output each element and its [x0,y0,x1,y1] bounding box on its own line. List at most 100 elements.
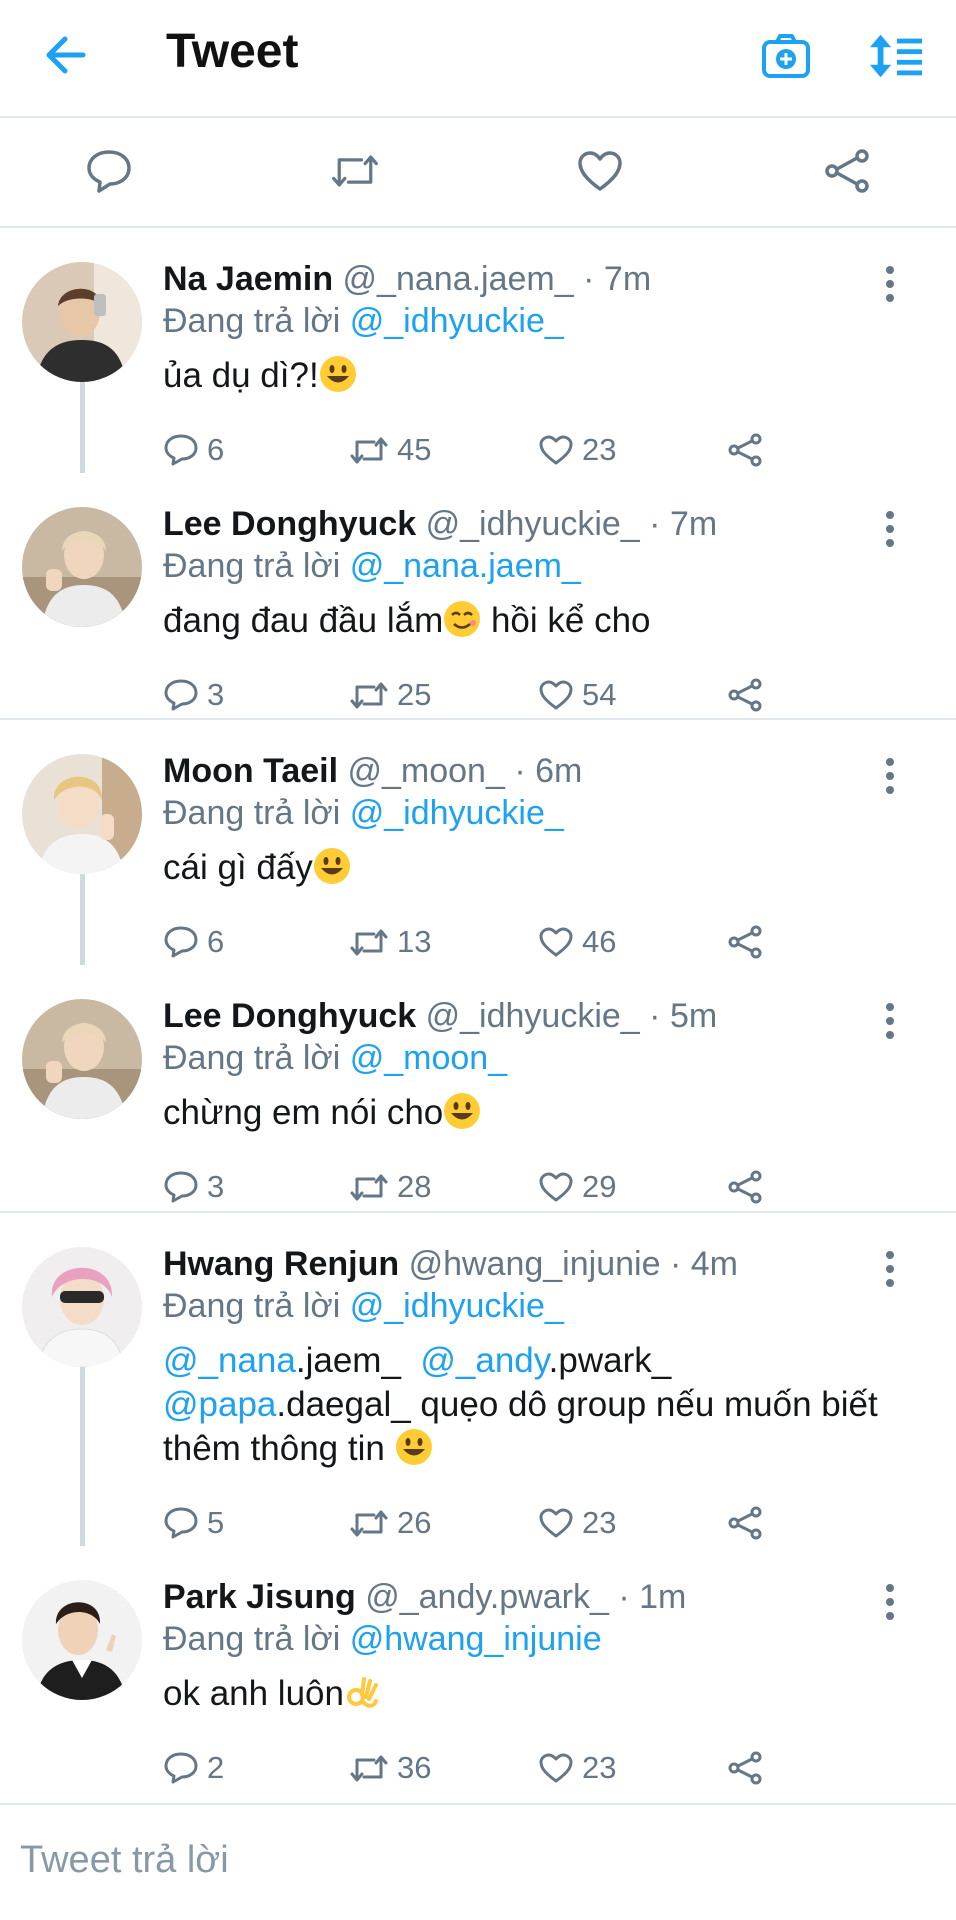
reply-to-mention[interactable]: @hwang_injunie [350,1620,602,1658]
avatar[interactable] [22,262,142,382]
like-count-value: 23 [582,432,617,467]
back-button[interactable] [40,30,90,80]
replying-to-label: Đang trả lời [163,1287,341,1325]
retweet-count[interactable]: 36 [349,1746,431,1790]
reply-count[interactable]: 3 [163,673,224,717]
author-name[interactable]: Lee Donghyuck [163,505,416,543]
tweet-text-content: đang đau đầu lắm [163,601,444,640]
retweet-icon [350,1174,388,1201]
tweet-item[interactable]: Hwang Renjun @hwang_injunie · 4m Đang tr… [0,1213,956,1546]
more-options-button[interactable] [884,1251,896,1291]
reply-count[interactable]: 5 [163,1501,224,1545]
tweet-text-content: cái gì đấy [163,848,313,887]
arrow-left-icon [46,36,86,74]
camera-button[interactable] [758,28,814,84]
retweet-icon [350,1755,388,1782]
retweet-count[interactable]: 28 [349,1165,431,1209]
retweet-count[interactable]: 25 [349,673,431,717]
reply-to-mention[interactable]: @_moon_ [350,1039,507,1077]
separator-dot: · [514,752,526,790]
author-handle[interactable]: @hwang_injunie [409,1245,661,1283]
reply-to-mention[interactable]: @_nana.jaem_ [350,547,581,585]
retweet-count[interactable]: 45 [349,428,431,472]
like-icon [539,1753,573,1783]
more-options-button[interactable] [884,758,896,798]
avatar[interactable] [22,754,142,874]
tweet-item[interactable]: Lee Donghyuck @_idhyuckie_ · 7m Đang trả… [0,473,956,720]
avatar[interactable] [22,1580,142,1700]
more-options-button[interactable] [884,511,896,551]
reply-input[interactable]: Tweet trả lời [20,1839,229,1882]
author-name[interactable]: Park Jisung [163,1578,356,1616]
tweet-item[interactable]: Lee Donghyuck @_idhyuckie_ · 5m Đang trả… [0,965,956,1213]
avatar[interactable] [22,1247,142,1367]
tweet-text-content: ủa dụ dì?! [163,356,319,395]
reply-count[interactable]: 3 [163,1165,224,1209]
reply-to-mention[interactable]: @_idhyuckie_ [350,794,564,832]
tweet-time: 7m [603,260,652,298]
author-handle[interactable]: @_idhyuckie_ [426,997,640,1035]
tweet-item[interactable]: Na Jaemin @_nana.jaem_ · 7m Đang trả lời… [0,228,956,473]
tweet-action-bar [0,118,956,228]
reply-to-mention[interactable]: @_idhyuckie_ [350,1287,564,1325]
share-button[interactable] [727,920,771,964]
like-count[interactable]: 29 [538,1165,616,1209]
more-options-button[interactable] [884,1003,896,1043]
avatar[interactable] [22,507,142,627]
like-icon [539,435,573,465]
tweet-item[interactable]: Moon Taeil @_moon_ · 6m Đang trả lời @_i… [0,720,956,965]
retweet-button[interactable] [330,146,380,196]
more-options-button[interactable] [884,266,896,306]
author-handle[interactable]: @_moon_ [347,752,504,790]
share-button[interactable] [727,673,771,717]
more-options-button[interactable] [884,1584,896,1624]
mention-link[interactable]: @_nana [163,1341,296,1380]
tweet-stats: 2 36 23 [163,1746,803,1790]
top-app-bar: Tweet [0,0,956,118]
like-icon [539,680,573,710]
author-name[interactable]: Lee Donghyuck [163,997,416,1035]
author-handle[interactable]: @_andy.pwark_ [365,1578,609,1616]
reply-to-mention[interactable]: @_idhyuckie_ [350,302,564,340]
thread-line [80,874,85,965]
retweet-count[interactable]: 13 [349,920,431,964]
author-handle[interactable]: @_idhyuckie_ [426,505,640,543]
reply-count[interactable]: 6 [163,428,224,472]
share-button[interactable] [727,428,771,472]
mention-link[interactable]: @_andy [420,1341,548,1380]
author-name[interactable]: Na Jaemin [163,260,333,298]
sort-button[interactable] [868,28,924,84]
like-count[interactable]: 23 [538,428,616,472]
author-handle[interactable]: @_nana.jaem_ [343,260,574,298]
tweet-item[interactable]: Park Jisung @_andy.pwark_ · 1m Đang trả … [0,1546,956,1793]
like-count[interactable]: 23 [538,1746,616,1790]
smiling-face-emoji [443,600,481,638]
like-button[interactable] [575,146,625,196]
tweet-text: cái gì đấy [163,846,896,890]
thread-line [80,1367,85,1546]
like-count[interactable]: 54 [538,673,616,717]
retweet-count[interactable]: 26 [349,1501,431,1545]
share-button[interactable] [727,1165,771,1209]
share-button[interactable] [822,146,872,196]
retweet-count-value: 36 [397,1750,432,1785]
avatar[interactable] [22,999,142,1119]
author-name[interactable]: Moon Taeil [163,752,338,790]
reply-count[interactable]: 2 [163,1746,224,1790]
reply-compose-bar[interactable]: Tweet trả lời [0,1803,956,1920]
mention-link[interactable]: @papa [163,1385,276,1424]
reply-icon [164,926,198,958]
reply-count[interactable]: 6 [163,920,224,964]
share-button[interactable] [727,1746,771,1790]
grinning-face-emoji [395,1428,433,1466]
like-count[interactable]: 46 [538,920,616,964]
like-count[interactable]: 23 [538,1501,616,1545]
author-name[interactable]: Hwang Renjun [163,1245,399,1283]
ok-hand-emoji [344,1673,382,1711]
replying-to-label: Đang trả lời [163,1620,341,1658]
tweet-text: ủa dụ dì?! [163,354,896,398]
reply-button[interactable] [84,146,134,196]
reply-count-value: 6 [207,432,225,467]
tweet-time: 6m [535,752,583,790]
share-button[interactable] [727,1501,771,1545]
